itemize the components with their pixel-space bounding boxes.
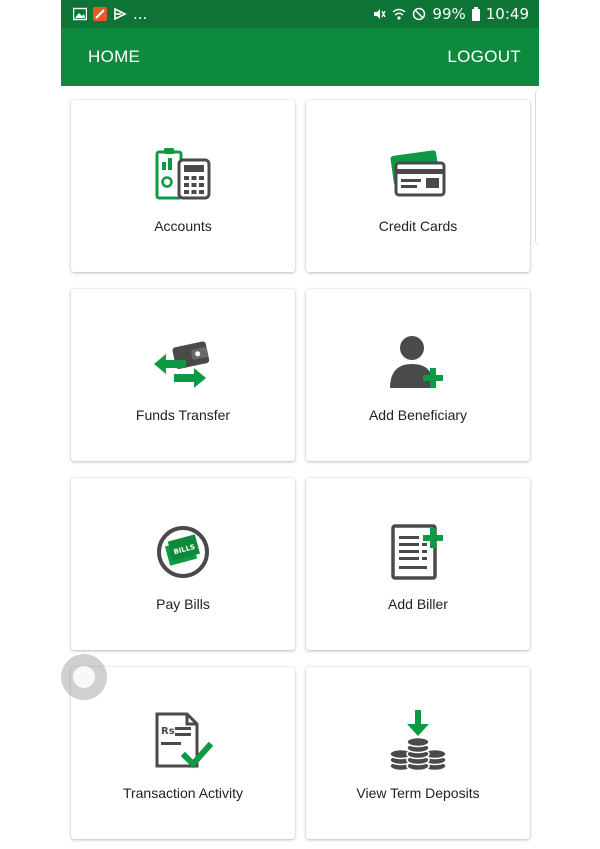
tile-pay-bills[interactable]: BILLS Pay Bills: [71, 478, 295, 650]
touch-indicator: [61, 654, 107, 700]
status-right: 99% 10:49: [372, 5, 529, 23]
dnd-icon: [413, 7, 426, 21]
tile-label-pay-bills: Pay Bills: [156, 596, 210, 612]
term-deposits-icon: [386, 709, 450, 773]
wifi-icon: [392, 8, 406, 20]
tile-transaction-activity[interactable]: Rs Transaction Activity: [71, 667, 295, 839]
logout-button[interactable]: LOGOUT: [447, 47, 521, 67]
tile-label-transaction-activity: Transaction Activity: [122, 785, 244, 801]
status-bar: ... 99% 10:49: [61, 0, 539, 28]
tile-funds-transfer[interactable]: Funds Transfer: [71, 289, 295, 461]
app-bar: HOME LOGOUT: [61, 28, 539, 86]
status-left: ...: [73, 5, 147, 23]
tile-label-accounts: Accounts: [154, 218, 212, 234]
accounts-icon: [151, 142, 215, 206]
app-icon: [93, 7, 107, 21]
transaction-activity-icon: Rs: [151, 709, 215, 773]
battery-percent: 99%: [432, 5, 466, 23]
notification-icon: [114, 7, 127, 21]
scroll-edge: [535, 88, 542, 246]
battery-icon: [471, 7, 480, 21]
mute-icon: [374, 9, 387, 19]
menu-grid: Accounts Credit Cards Funds Transfer Add…: [71, 100, 531, 839]
tile-label-funds-transfer: Funds Transfer: [135, 407, 231, 423]
add-beneficiary-icon: [386, 331, 450, 395]
tile-accounts[interactable]: Accounts: [71, 100, 295, 272]
tile-add-beneficiary[interactable]: Add Beneficiary: [306, 289, 530, 461]
tile-add-biller[interactable]: Add Biller: [306, 478, 530, 650]
gallery-icon: [73, 7, 87, 21]
tile-credit-cards[interactable]: Credit Cards: [306, 100, 530, 272]
svg-text:Rs: Rs: [161, 726, 175, 737]
app-screen: ... 99% 10:49 HOME LOGOUT Accounts Credi…: [61, 0, 539, 849]
status-time: 10:49: [485, 5, 529, 23]
tile-label-view-term-deposits: View Term Deposits: [356, 785, 480, 801]
funds-transfer-icon: [151, 331, 215, 395]
home-button[interactable]: HOME: [88, 47, 140, 67]
add-biller-icon: [386, 520, 450, 584]
tile-view-term-deposits[interactable]: View Term Deposits: [306, 667, 530, 839]
tile-label-add-biller: Add Biller: [388, 596, 448, 612]
pay-bills-icon: BILLS: [151, 520, 215, 584]
tile-label-add-beneficiary: Add Beneficiary: [368, 407, 468, 423]
status-more: ...: [133, 5, 148, 23]
credit-card-icon: [386, 142, 450, 206]
tile-label-credit-cards: Credit Cards: [378, 218, 458, 234]
